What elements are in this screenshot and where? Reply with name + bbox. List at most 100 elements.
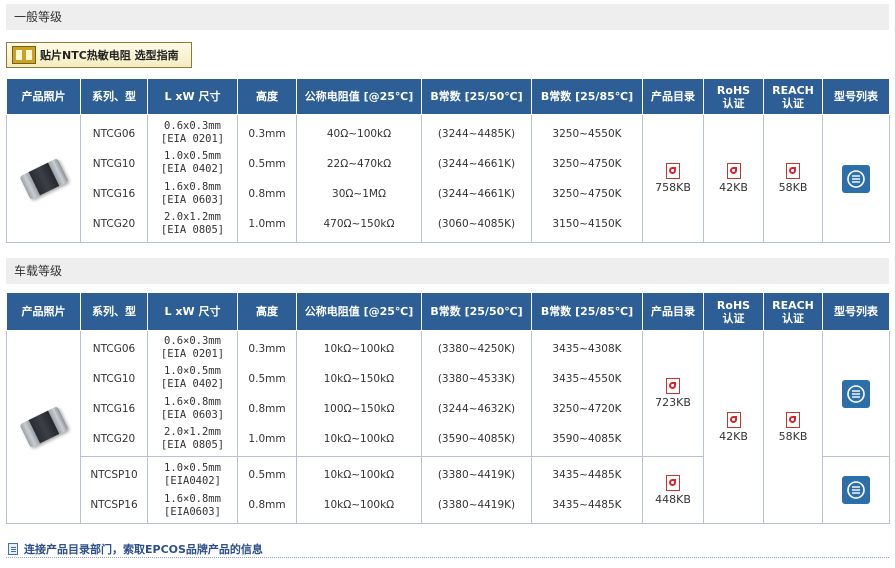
reach-download[interactable]: 58KB xyxy=(763,114,823,243)
part-list-icon[interactable] xyxy=(842,379,870,408)
header-catalog: 产品目录 xyxy=(642,78,704,115)
b50-cell: (3244~4485K) (3244~4661K) (3244~4661K) (… xyxy=(421,114,532,243)
resistance-value: 470Ω~150kΩ xyxy=(323,217,395,230)
resistance-value: 30Ω~1MΩ xyxy=(332,187,386,200)
size-eia: [EIA 0805] xyxy=(160,439,225,452)
b50-value: (3590~4085K) xyxy=(437,432,516,445)
size-eia: [EIA 0402] xyxy=(160,163,225,176)
height-value: 0.5mm xyxy=(248,372,286,385)
size-dim: 1.0×0.5mm xyxy=(164,461,221,474)
catalog-download[interactable]: 448KB xyxy=(642,456,704,524)
b50-value: (3060~4085K) xyxy=(437,217,516,230)
b50-cell: (3380~4250K) (3380~4533K) (3244~4632K) (… xyxy=(421,330,532,457)
catalog-download[interactable]: 758KB xyxy=(642,114,704,243)
header-photo: 产品照片 xyxy=(6,292,81,331)
chip-photo-icon xyxy=(18,157,69,200)
pdf-icon xyxy=(666,474,680,491)
header-size: L xW 尺寸 xyxy=(147,78,238,115)
guide-book-icon xyxy=(12,46,36,64)
size-dim: 0.6×0.3mm xyxy=(164,334,221,347)
catalog-size: 448KB xyxy=(655,492,691,506)
header-series: 系列、型 xyxy=(80,292,148,331)
table-header-row: 产品照片 系列、型 L xW 尺寸 高度 公称电阻值 [@25℃] B常数 [2… xyxy=(6,78,890,115)
height-value: 1.0mm xyxy=(248,217,286,230)
table-header-row: 产品照片 系列、型 L xW 尺寸 高度 公称电阻值 [@25℃] B常数 [2… xyxy=(6,292,890,331)
height-value: 1.0mm xyxy=(248,432,286,445)
size-eia: [EIA 0201] xyxy=(160,347,225,360)
resistance-cell: 10kΩ~100kΩ 10kΩ~150kΩ 100Ω~150kΩ 10kΩ~10… xyxy=(296,330,422,457)
size-cell: 0.6×0.3mm [EIA 0201] 1.0×0.5mm [EIA 0402] … xyxy=(147,330,238,457)
header-b-25-85: B常数 [25/85℃] xyxy=(531,78,643,115)
series-name: NTCSP16 xyxy=(90,499,138,511)
part-list-cell[interactable] xyxy=(822,456,890,524)
rohs-download[interactable]: 42KB xyxy=(703,114,764,243)
b50-value: (3244~4632K) xyxy=(437,402,516,415)
b85-value: 3250~4750K xyxy=(552,157,622,170)
size-eia: [EIA 0201] xyxy=(160,132,225,145)
resistance-cell: 40Ω~100kΩ 22Ω~470kΩ 30Ω~1MΩ 470Ω~150kΩ xyxy=(296,114,422,243)
part-list-cell[interactable] xyxy=(822,330,890,457)
b85-value: 3435~4485K xyxy=(552,469,622,481)
size-cell: 0.6x0.3mm [EIA 0201] 1.0x0.5mm [EIA 0402] … xyxy=(147,114,238,243)
part-list-icon[interactable] xyxy=(842,164,870,193)
header-height: 高度 xyxy=(237,78,297,115)
selection-guide-banner[interactable]: 贴片NTC热敏电阻 选型指南 xyxy=(6,42,192,68)
series-cell: NTCSP10 NTCSP16 xyxy=(80,456,148,524)
rohs-size: 42KB xyxy=(719,181,748,194)
resistance-value: 10kΩ~100kΩ xyxy=(323,432,395,445)
series-cell: NTCG06 NTCG10 NTCG16 NTCG20 xyxy=(80,330,148,457)
resistance-value: 10kΩ~100kΩ xyxy=(323,499,395,511)
height-value: 0.8mm xyxy=(248,402,286,415)
height-value: 0.3mm xyxy=(248,342,286,355)
header-b-25-50: B常数 [25/50℃] xyxy=(421,292,532,331)
header-reach: REACH 认证 xyxy=(763,78,823,115)
size-dim: 2.0x1.2mm xyxy=(164,211,221,224)
size-eia: [EIA0603] xyxy=(164,505,221,518)
b50-cell: (3380~4419K) (3380~4419K) xyxy=(421,456,532,524)
height-value: 0.8mm xyxy=(248,187,286,200)
header-b-25-50: B常数 [25/50℃] xyxy=(421,78,532,115)
series-name: NTCG20 xyxy=(92,432,136,445)
size-eia: [EIA 0603] xyxy=(160,408,225,421)
footer-divider xyxy=(6,557,889,558)
b85-cell: 3435~4308K 3435~4550K 3250~4720K 3590~40… xyxy=(531,330,643,457)
height-value: 0.8mm xyxy=(248,499,286,511)
part-list-cell[interactable] xyxy=(822,114,890,243)
header-catalog: 产品目录 xyxy=(642,292,704,331)
header-part-list: 型号列表 xyxy=(822,78,890,115)
b85-cell: 3250~4550K 3250~4750K 3250~4750K 3150~41… xyxy=(531,114,643,243)
section-title-automotive: 车载等级 xyxy=(6,258,889,284)
size-dim: 1.6×0.8mm xyxy=(164,492,221,505)
table-row: NTCG06 NTCG10 NTCG16 NTCG20 0.6x0.3mm [EI… xyxy=(6,114,890,243)
rohs-download[interactable]: 42KB xyxy=(703,330,764,524)
size-eia: [EIA 0603] xyxy=(160,193,225,206)
header-photo: 产品照片 xyxy=(6,78,81,115)
series-name: NTCG10 xyxy=(92,157,136,170)
section-title-general: 一般等级 xyxy=(6,4,889,30)
b50-value: (3380~4419K) xyxy=(437,469,516,481)
header-resistance: 公称电阻值 [@25℃] xyxy=(296,78,422,115)
catalog-download[interactable]: 723KB xyxy=(642,330,704,457)
series-cell: NTCG06 NTCG10 NTCG16 NTCG20 xyxy=(80,114,148,243)
reach-download[interactable]: 58KB xyxy=(763,330,823,524)
reach-size: 58KB xyxy=(778,429,808,443)
catalog-size: 758KB xyxy=(655,181,691,194)
pdf-icon xyxy=(786,411,800,428)
b85-value: 3250~4550K xyxy=(552,127,622,140)
pdf-icon xyxy=(726,411,741,428)
series-name: NTCG16 xyxy=(92,187,136,200)
series-name: NTCG06 xyxy=(92,127,136,140)
resistance-value: 10kΩ~150kΩ xyxy=(323,372,395,385)
b85-value: 3435~4550K xyxy=(552,372,622,385)
catalog-size: 723KB xyxy=(655,396,691,409)
pdf-icon xyxy=(666,163,680,179)
size-dim: 1.6x0.8mm xyxy=(164,180,221,193)
b85-value: 3250~4750K xyxy=(552,187,622,200)
header-reach: REACH 认证 xyxy=(763,292,823,331)
part-list-icon[interactable] xyxy=(842,476,870,504)
header-b-25-85: B常数 [25/85℃] xyxy=(531,292,643,331)
size-dim: 0.6x0.3mm xyxy=(164,119,221,132)
catalog-contact-link[interactable]: 连接产品目录部门，索取EPCOS品牌产品的信息 xyxy=(8,541,263,557)
resistance-value: 10kΩ~100kΩ xyxy=(323,469,395,481)
b50-value: (3380~4533K) xyxy=(437,372,516,385)
